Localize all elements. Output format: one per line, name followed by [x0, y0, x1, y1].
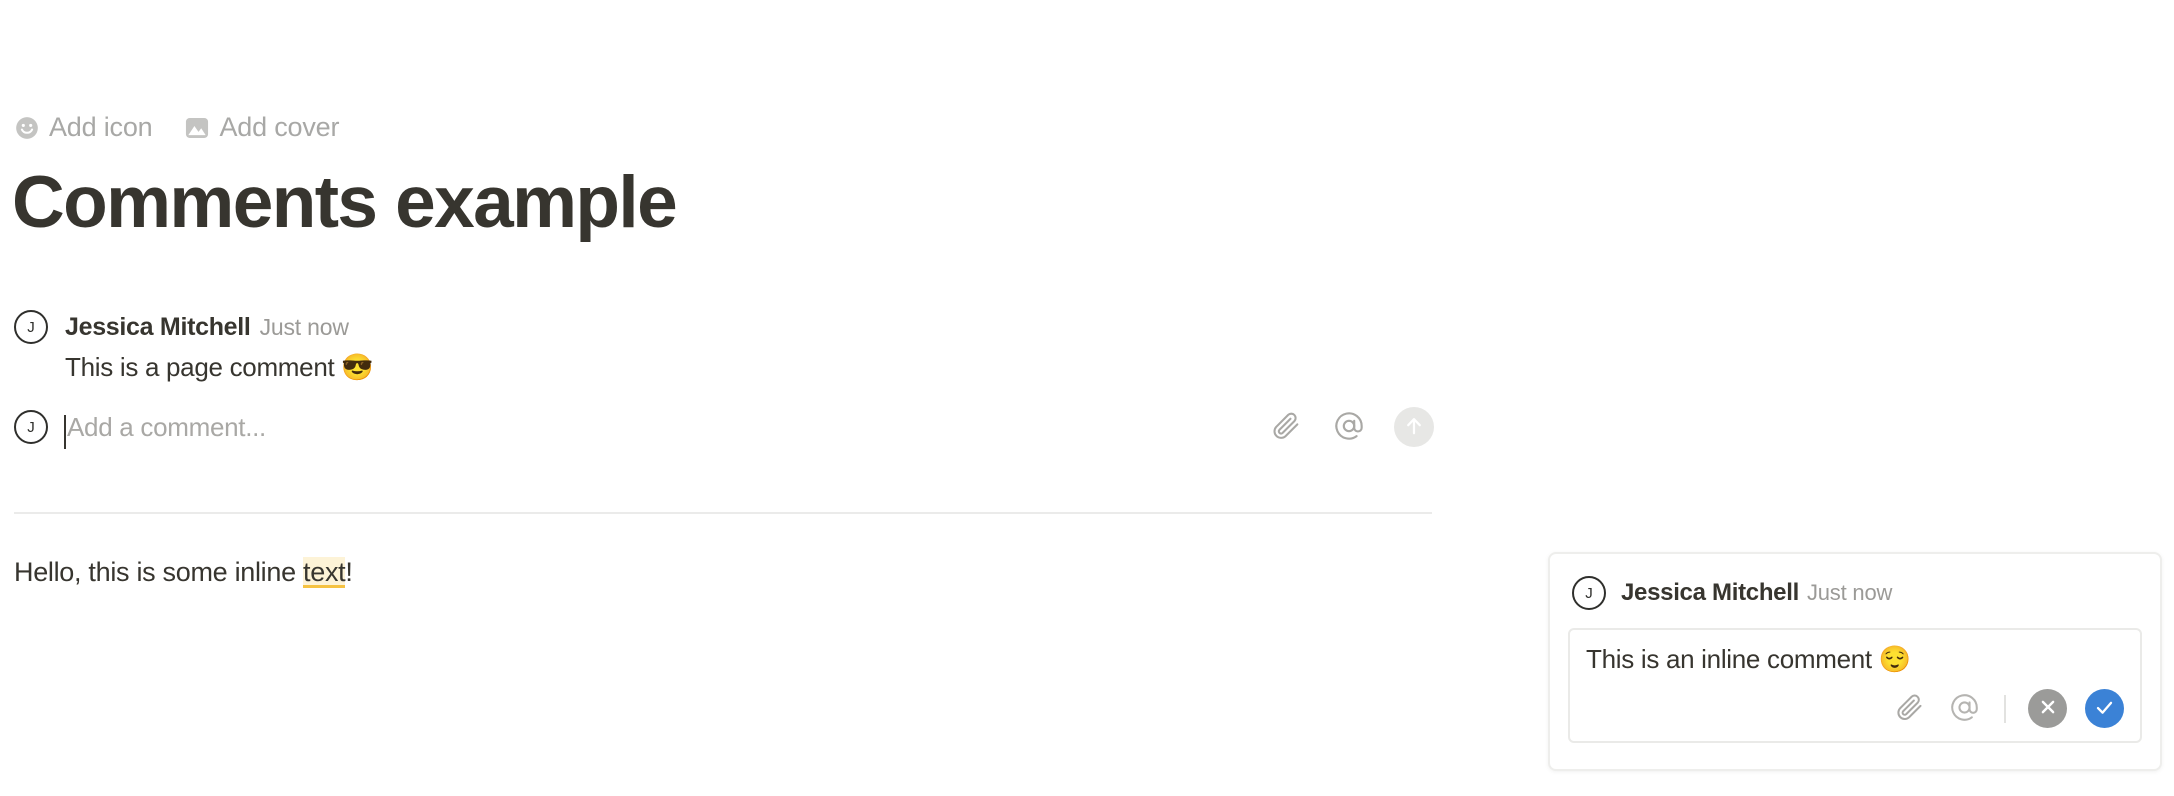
content-divider — [14, 512, 1432, 514]
cancel-inline-comment-button[interactable] — [2028, 689, 2067, 729]
inline-editor-actions — [1586, 689, 2124, 729]
inline-comment-panel: J Jessica Mitchell Just now This is an in… — [1548, 552, 2162, 772]
submit-comment-button[interactable] — [1394, 407, 1434, 447]
text-caret — [64, 414, 66, 449]
smiley-face-icon — [14, 115, 40, 141]
close-x-icon — [2037, 696, 2059, 721]
composer-avatar[interactable]: J — [14, 410, 48, 444]
composer-left: J Add a comment... — [14, 410, 1268, 449]
paperclip-icon — [1895, 692, 1925, 725]
action-divider — [2004, 694, 2006, 723]
comment-timestamp: Just now — [259, 313, 349, 340]
page-comment-thread: J Jessica Mitchell Just now This is a pag… — [14, 310, 1434, 384]
check-icon — [2093, 696, 2116, 722]
commented-text-highlight[interactable]: text — [303, 557, 346, 588]
comment-composer: J Add a comment... — [14, 398, 1434, 456]
comment-input-placeholder: Add a comment... — [67, 411, 266, 442]
document-page: Add icon Add cover Comments example J Je… — [0, 0, 2174, 796]
add-icon-label: Add icon — [49, 112, 153, 142]
arrow-up-icon — [1402, 414, 1426, 441]
comment-author-row: Jessica Mitchell Just now — [65, 313, 349, 342]
comment-author: Jessica Mitchell — [65, 312, 251, 341]
page-controls: Add icon Add cover — [14, 114, 339, 141]
paragraph-text-before: Hello, this is some inline — [14, 557, 304, 587]
inline-comment-editor[interactable]: This is an inline comment 😌 — [1568, 628, 2142, 744]
paragraph-text-after: ! — [345, 557, 353, 587]
comment-input[interactable]: Add a comment... — [64, 411, 1268, 449]
add-icon-button[interactable]: Add icon — [14, 112, 153, 142]
attach-file-button[interactable] — [1268, 409, 1304, 445]
add-cover-button[interactable]: Add cover — [184, 114, 339, 141]
at-sign-icon — [1333, 410, 1365, 445]
avatar[interactable]: J — [14, 310, 48, 344]
inline-comment-author: Jessica Mitchell — [1621, 579, 1799, 606]
image-icon — [184, 115, 210, 141]
composer-actions — [1268, 407, 1434, 447]
inline-comment-timestamp: Just now — [1806, 580, 1893, 605]
paperclip-icon — [1271, 410, 1302, 444]
comment-body: This is a page comment 😎 — [65, 352, 374, 382]
inline-attach-file-button[interactable] — [1892, 691, 1928, 727]
page-title[interactable]: Comments example — [12, 162, 678, 243]
comment-header: J Jessica Mitchell Just now — [14, 310, 1434, 344]
inline-comment-header: J Jessica Mitchell Just now — [1568, 576, 2142, 610]
at-sign-icon — [1949, 692, 1980, 726]
inline-text-block[interactable]: Hello, this is some inline text! — [14, 554, 353, 590]
inline-comment-text[interactable]: This is an inline comment 😌 — [1586, 644, 2124, 675]
inline-avatar[interactable]: J — [1572, 576, 1606, 610]
mention-button[interactable] — [1331, 409, 1367, 445]
add-cover-label: Add cover — [219, 112, 340, 142]
confirm-inline-comment-button[interactable] — [2085, 689, 2124, 729]
inline-author-row: Jessica Mitchell Just now — [1621, 579, 1892, 607]
inline-mention-button[interactable] — [1946, 691, 1982, 727]
